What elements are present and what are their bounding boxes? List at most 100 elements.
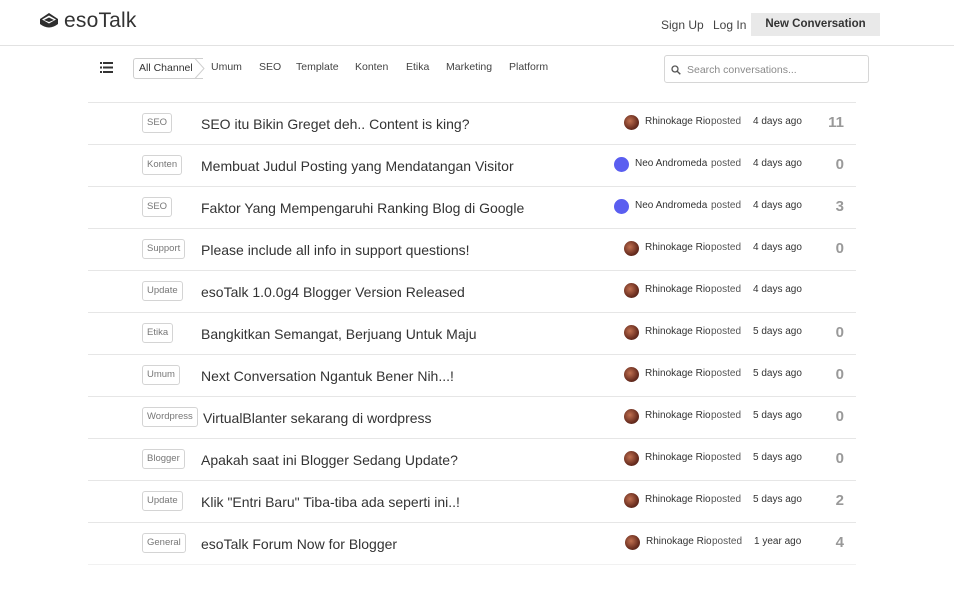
author-name[interactable]: Rhinokage Rio <box>646 536 712 547</box>
conversation-list: SEO SEO itu Bikin Greget deh.. Content i… <box>88 102 856 565</box>
reply-count: 0 <box>835 366 844 383</box>
log-in-link[interactable]: Log In <box>713 18 746 32</box>
channel-tag[interactable]: SEO <box>142 197 173 217</box>
post-time: 4 days ago <box>753 200 802 211</box>
channel-template[interactable]: Template <box>296 61 339 73</box>
reply-count: 0 <box>835 408 844 425</box>
conversation-row[interactable]: Umum Next Conversation Ngantuk Bener Nih… <box>88 354 856 396</box>
avatar[interactable] <box>625 535 640 550</box>
avatar[interactable] <box>624 325 639 340</box>
conversation-row[interactable]: SEO Faktor Yang Mempengaruhi Ranking Blo… <box>88 186 856 228</box>
conversation-row[interactable]: Update Klik "Entri Baru" Tiba-tiba ada s… <box>88 480 856 522</box>
channel-tag[interactable]: SEO <box>142 113 173 133</box>
conversation-row[interactable]: SEO SEO itu Bikin Greget deh.. Content i… <box>88 102 856 144</box>
author-name[interactable]: Neo Andromeda <box>635 200 707 211</box>
author-name[interactable]: Rhinokage Rio <box>645 284 711 295</box>
conversation-row[interactable]: Wordpress VirtualBlanter sekarang di wor… <box>88 396 856 438</box>
posted-label: posted <box>711 368 742 379</box>
posted-label: posted <box>711 116 742 127</box>
avatar[interactable] <box>624 115 639 130</box>
channel-platform[interactable]: Platform <box>509 61 548 73</box>
conversation-title[interactable]: esoTalk 1.0.0g4 Blogger Version Released <box>201 284 465 300</box>
reply-count: 11 <box>828 114 844 131</box>
conversation-row[interactable]: General esoTalk Forum Now for Blogger Rh… <box>88 522 856 565</box>
reply-count: 4 <box>835 534 844 551</box>
channel-tag[interactable]: Support <box>142 239 186 259</box>
channel-etika[interactable]: Etika <box>406 61 429 73</box>
top-bar: esoTalk Sign Up Log In New Conversation <box>0 0 954 46</box>
conversation-title[interactable]: Faktor Yang Mempengaruhi Ranking Blog di… <box>201 200 524 216</box>
avatar[interactable] <box>624 409 639 424</box>
reply-count: 0 <box>835 156 844 173</box>
post-time: 4 days ago <box>753 116 802 127</box>
channel-tag[interactable]: Blogger <box>142 449 185 469</box>
posted-label: posted <box>711 326 742 337</box>
channel-bar: All Channels Umum SEO Template Konten Et… <box>0 55 954 85</box>
avatar[interactable] <box>624 367 639 382</box>
conversation-title[interactable]: Apakah saat ini Blogger Sedang Update? <box>201 452 458 468</box>
new-conversation-button[interactable]: New Conversation <box>751 13 880 36</box>
post-time: 1 year ago <box>754 536 802 547</box>
avatar[interactable] <box>624 493 639 508</box>
posted-label: posted <box>711 200 742 211</box>
conversation-title[interactable]: Bangkitkan Semangat, Berjuang Untuk Maju <box>201 326 477 342</box>
reply-count: 0 <box>835 450 844 467</box>
channel-tag[interactable]: Update <box>142 281 183 301</box>
author-name[interactable]: Rhinokage Rio <box>645 326 711 337</box>
channel-tag[interactable]: Umum <box>142 365 180 385</box>
channel-tag[interactable]: Wordpress <box>142 407 198 427</box>
avatar[interactable] <box>624 241 639 256</box>
channel-umum[interactable]: Umum <box>211 61 242 73</box>
logo[interactable]: esoTalk <box>38 9 137 33</box>
post-time: 5 days ago <box>753 452 802 463</box>
conversation-row[interactable]: Update esoTalk 1.0.0g4 Blogger Version R… <box>88 270 856 312</box>
avatar[interactable] <box>614 199 629 214</box>
reply-count: 2 <box>835 492 844 509</box>
channel-konten[interactable]: Konten <box>355 61 388 73</box>
channel-marketing[interactable]: Marketing <box>446 61 492 73</box>
channel-list-icon[interactable] <box>100 62 113 73</box>
author-name[interactable]: Rhinokage Rio <box>645 242 711 253</box>
conversation-row[interactable]: Support Please include all info in suppo… <box>88 228 856 270</box>
post-time: 4 days ago <box>753 158 802 169</box>
avatar[interactable] <box>624 451 639 466</box>
channel-tag[interactable]: Etika <box>142 323 174 343</box>
author-name[interactable]: Rhinokage Rio <box>645 368 711 379</box>
channel-tag[interactable]: Update <box>142 491 183 511</box>
posted-label: posted <box>711 494 742 505</box>
author-name[interactable]: Rhinokage Rio <box>645 116 711 127</box>
posted-label: posted <box>711 410 742 421</box>
logo-text: esoTalk <box>64 9 137 32</box>
post-time: 5 days ago <box>753 494 802 505</box>
conversation-row[interactable]: Konten Membuat Judul Posting yang Mendat… <box>88 144 856 186</box>
channel-tag[interactable]: General <box>142 533 186 553</box>
post-time: 5 days ago <box>753 410 802 421</box>
author-name[interactable]: Rhinokage Rio <box>645 494 711 505</box>
channel-tag[interactable]: Konten <box>142 155 183 175</box>
post-time: 5 days ago <box>753 368 802 379</box>
avatar[interactable] <box>624 283 639 298</box>
author-name[interactable]: Rhinokage Rio <box>645 452 711 463</box>
conversation-row[interactable]: Etika Bangkitkan Semangat, Berjuang Untu… <box>88 312 856 354</box>
post-time: 5 days ago <box>753 326 802 337</box>
author-name[interactable]: Neo Andromeda <box>635 158 707 169</box>
posted-label: posted <box>711 452 742 463</box>
reply-count: 0 <box>835 324 844 341</box>
conversation-title[interactable]: Please include all info in support quest… <box>201 242 470 258</box>
search-icon <box>671 65 681 75</box>
conversation-title[interactable]: SEO itu Bikin Greget deh.. Content is ki… <box>201 116 469 132</box>
conversation-row[interactable]: Blogger Apakah saat ini Blogger Sedang U… <box>88 438 856 480</box>
avatar[interactable] <box>614 157 629 172</box>
search-input[interactable] <box>685 59 867 81</box>
conversation-title[interactable]: VirtualBlanter sekarang di wordpress <box>203 410 432 426</box>
conversation-title[interactable]: Next Conversation Ngantuk Bener Nih...! <box>201 368 454 384</box>
conversation-title[interactable]: Membuat Judul Posting yang Mendatangan V… <box>201 158 514 174</box>
channel-seo[interactable]: SEO <box>259 61 281 73</box>
author-name[interactable]: Rhinokage Rio <box>645 410 711 421</box>
posted-label: posted <box>711 242 742 253</box>
conversation-title[interactable]: Klik "Entri Baru" Tiba-tiba ada seperti … <box>201 494 460 510</box>
sign-up-link[interactable]: Sign Up <box>661 18 704 32</box>
logo-icon <box>40 13 58 28</box>
conversation-title[interactable]: esoTalk Forum Now for Blogger <box>201 536 397 552</box>
posted-label: posted <box>711 158 742 169</box>
